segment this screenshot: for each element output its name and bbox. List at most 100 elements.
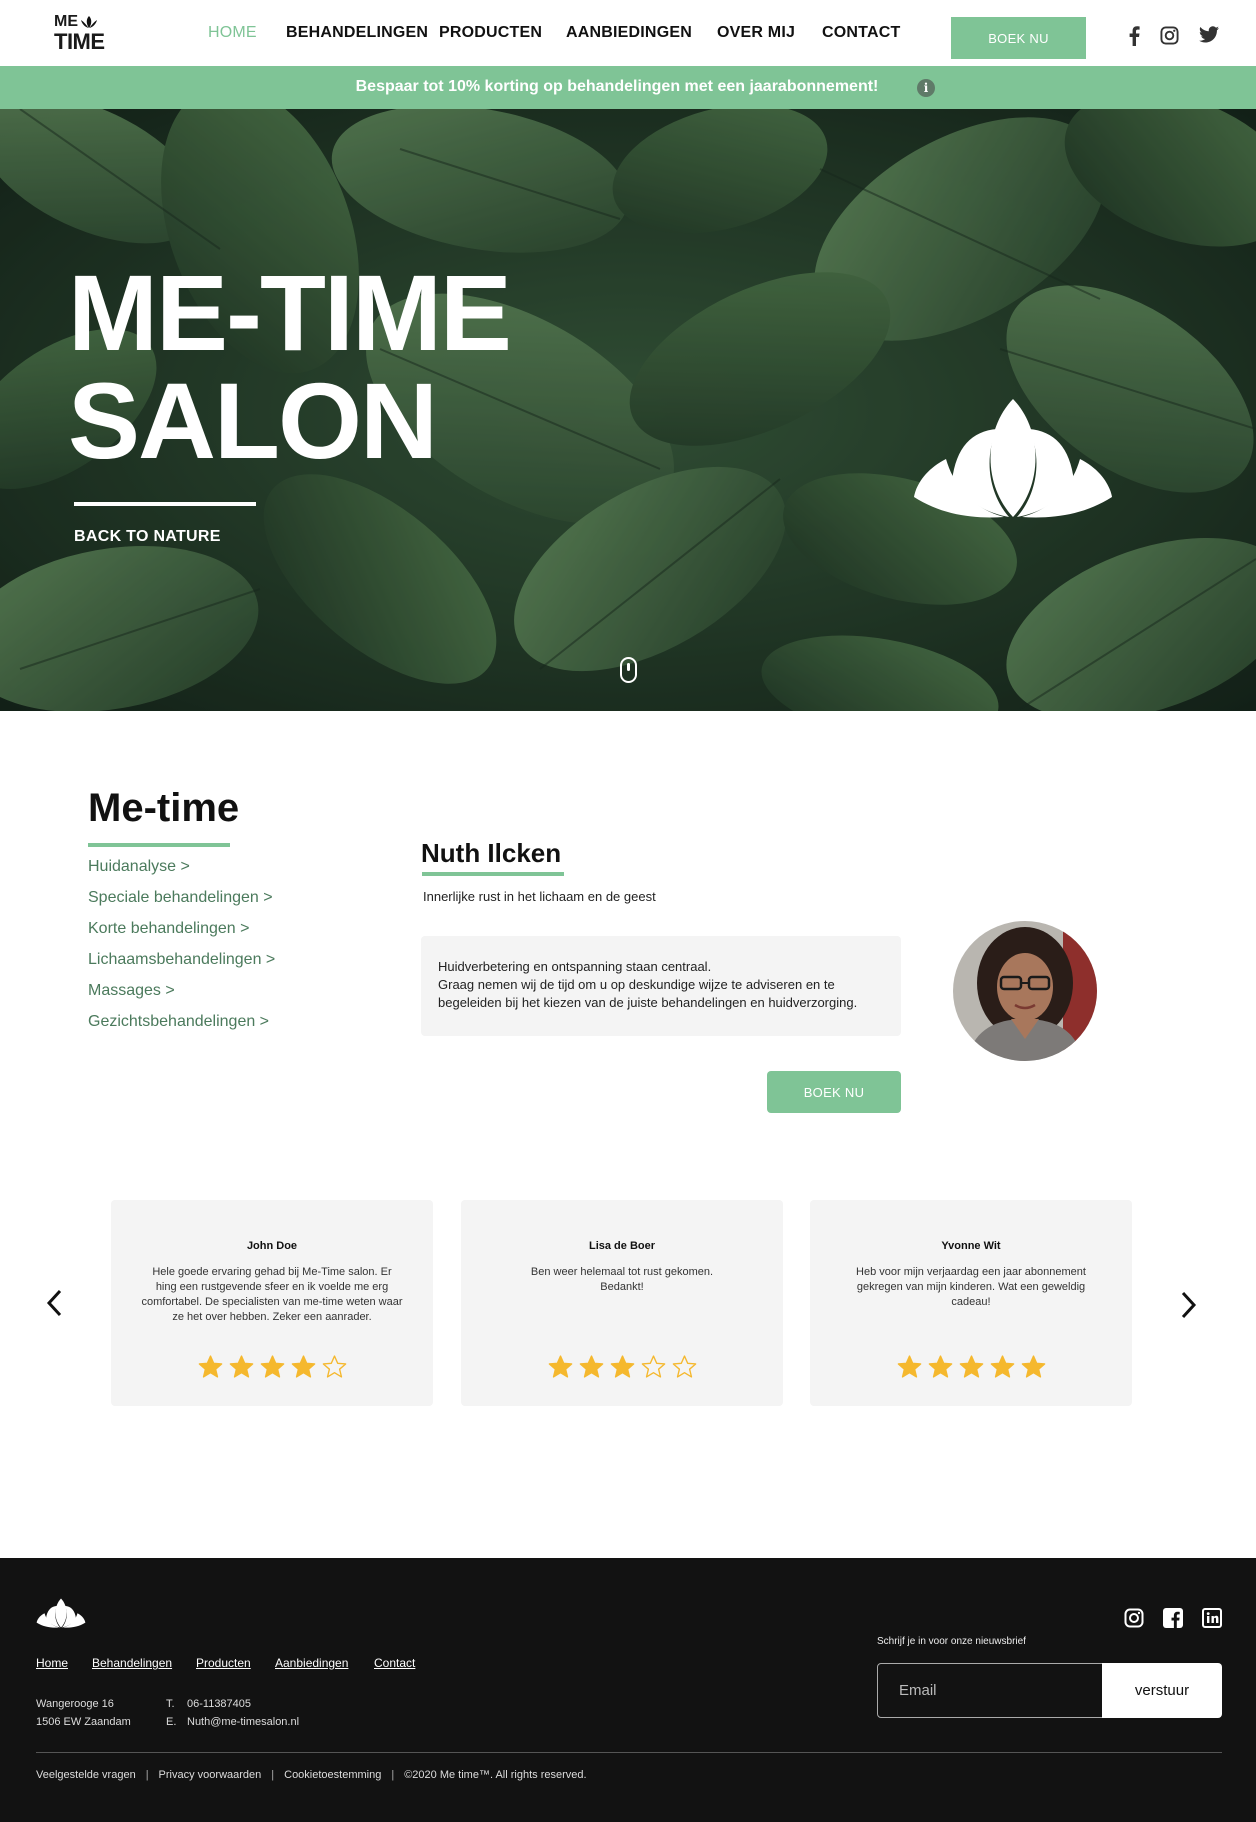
star-filled-icon — [928, 1355, 952, 1378]
profile-name: Nuth Ilcken — [421, 838, 562, 868]
nav-home[interactable]: HOME — [208, 24, 257, 42]
faq-link[interactable]: Veelgestelde vragen — [36, 1769, 136, 1781]
lotus-icon[interactable] — [36, 1596, 86, 1628]
linkedin-icon[interactable] — [1202, 1608, 1222, 1628]
footer-link-behandelingen[interactable]: Behandelingen — [92, 1656, 172, 1670]
profile-photo — [953, 921, 1097, 1061]
chevron-right-icon[interactable] — [1175, 1290, 1201, 1320]
category-link-lichaamsbehandelingen[interactable]: Lichaamsbehandelingen > — [88, 951, 275, 982]
profile-name-underline — [422, 872, 564, 876]
hero-title-line1: ME-TIME — [68, 252, 512, 373]
address-city: 1506 EW Zaandam — [36, 1716, 131, 1728]
hero-title-line2: SALON — [68, 360, 438, 481]
section-title-underline — [88, 843, 230, 847]
avatar — [953, 921, 1097, 1061]
hero-title: ME-TIME SALON — [68, 252, 512, 481]
star-filled-icon — [959, 1355, 983, 1378]
star-filled-icon — [1021, 1355, 1045, 1378]
footer-link-contact[interactable]: Contact — [374, 1656, 415, 1670]
star-filled-icon — [198, 1355, 222, 1378]
lotus-icon — [81, 16, 97, 28]
logo[interactable]: ME TIME — [54, 13, 105, 54]
category-list: Huidanalyse > Speciale behandelingen > K… — [88, 858, 275, 1044]
category-link-korte-behandelingen[interactable]: Korte behandelingen > — [88, 920, 275, 951]
profile-subtitle: Innerlijke rust in het lichaam en de gee… — [423, 889, 656, 904]
phone-label: T. — [166, 1698, 175, 1710]
separator: | — [391, 1769, 395, 1781]
nav-behandelingen[interactable]: BEHANDELINGEN — [286, 24, 428, 42]
contact-labels: T. E. — [166, 1695, 176, 1731]
star-rating — [810, 1355, 1132, 1379]
footer-link-home[interactable]: Home — [36, 1656, 68, 1670]
review-text: Hele goede ervaring gehad bij Me-Time sa… — [141, 1266, 403, 1323]
promo-bar: Bespaar tot 10% korting op behandelingen… — [0, 66, 1256, 109]
footer-link-aanbiedingen[interactable]: Aanbiedingen — [275, 1656, 348, 1670]
footer-divider — [36, 1752, 1222, 1753]
separator: | — [145, 1769, 149, 1781]
privacy-link[interactable]: Privacy voorwaarden — [159, 1769, 262, 1781]
star-filled-icon — [579, 1355, 603, 1378]
star-filled-icon — [610, 1355, 634, 1378]
lotus-icon — [914, 399, 1112, 518]
site-header: ME TIME HOME BEHANDELINGEN PRODUCTEN AAN… — [0, 0, 1256, 66]
footer-link-producten[interactable]: Producten — [196, 1656, 251, 1670]
newsletter-submit-button[interactable]: verstuur — [1102, 1663, 1222, 1718]
contact-details: 06-11387405 Nuth@me-timesalon.nl — [187, 1695, 299, 1731]
category-link-massages[interactable]: Massages > — [88, 982, 275, 1013]
profile-bio-line1: Huidverbetering en ontspanning staan cen… — [438, 959, 712, 974]
review-text: Heb voor mijn verjaardag een jaar abonne… — [856, 1266, 1086, 1308]
facebook-icon[interactable] — [1129, 26, 1140, 46]
star-rating — [461, 1355, 783, 1379]
profile-bio-line2: Graag nemen wij de tijd om u op deskundi… — [438, 977, 858, 1010]
hero-divider — [74, 502, 256, 506]
logo-text-time: TIME — [54, 29, 105, 54]
legal-bar: Veelgestelde vragen | Privacy voorwaarden |… — [36, 1769, 587, 1781]
address-street: Wangerooge 16 — [36, 1698, 114, 1710]
nav-contact[interactable]: CONTACT — [822, 24, 900, 42]
review-name: John Doe — [246, 1240, 298, 1252]
info-icon[interactable]: i — [917, 79, 935, 97]
twitter-icon[interactable] — [1199, 26, 1219, 43]
nav-producten[interactable]: PRODUCTEN — [439, 24, 542, 42]
email-address[interactable]: Nuth@me-timesalon.nl — [187, 1713, 299, 1731]
book-now-button[interactable]: BOEK NU — [951, 17, 1086, 59]
category-link-speciale-behandelingen[interactable]: Speciale behandelingen > — [88, 889, 275, 920]
instagram-icon[interactable] — [1160, 26, 1179, 45]
review-name: Lisa de Boer — [588, 1240, 656, 1252]
profile-bio-box: Huidverbetering en ontspanning staan cen… — [421, 936, 901, 1036]
category-link-huidanalyse[interactable]: Huidanalyse > — [88, 858, 275, 889]
star-filled-icon — [260, 1355, 284, 1378]
review-card: John Doe Hele goede ervaring gehad bij M… — [111, 1200, 433, 1406]
star-rating — [111, 1355, 433, 1379]
star-filled-icon — [990, 1355, 1014, 1378]
copyright: ©2020 Me time™. All rights reserved. — [404, 1769, 587, 1781]
chevron-left-icon[interactable] — [42, 1288, 68, 1318]
hero-tagline: BACK TO NATURE — [74, 528, 221, 545]
profile-bio: Huidverbetering en ontspanning staan cen… — [438, 958, 888, 1012]
star-empty-icon — [672, 1355, 696, 1378]
star-filled-icon — [897, 1355, 921, 1378]
promo-text: Bespaar tot 10% korting op behandelingen… — [355, 78, 879, 95]
facebook-icon[interactable] — [1163, 1608, 1183, 1628]
section-title: Me-time — [88, 786, 240, 830]
review-card: Lisa de Boer Ben weer helemaal tot rust … — [461, 1200, 783, 1406]
nav-aanbiedingen[interactable]: AANBIEDINGEN — [566, 24, 692, 42]
star-filled-icon — [229, 1355, 253, 1378]
hero-banner: ME-TIME SALON BACK TO NATURE — [0, 109, 1256, 711]
site-footer: Home Behandelingen Producten Aanbiedinge… — [0, 1558, 1256, 1822]
phone-number[interactable]: 06-11387405 — [187, 1695, 299, 1713]
review-name: Yvonne Wit — [941, 1240, 1001, 1252]
address: Wangerooge 16 1506 EW Zaandam — [36, 1695, 131, 1731]
instagram-icon[interactable] — [1124, 1608, 1144, 1628]
scroll-mouse-icon[interactable] — [620, 657, 637, 683]
profile-book-now-button[interactable]: BOEK NU — [767, 1071, 901, 1113]
nav-over-mij[interactable]: OVER MIJ — [717, 24, 795, 42]
email-label: E. — [166, 1716, 177, 1728]
separator: | — [271, 1769, 275, 1781]
star-empty-icon — [641, 1355, 665, 1378]
cookie-consent-link[interactable]: Cookietoestemming — [284, 1769, 381, 1781]
category-link-gezichtsbehandelingen[interactable]: Gezichtsbehandelingen > — [88, 1013, 275, 1044]
newsletter-email-input[interactable] — [877, 1663, 1103, 1718]
review-card: Yvonne Wit Heb voor mijn verjaardag een … — [810, 1200, 1132, 1406]
star-filled-icon — [548, 1355, 572, 1378]
